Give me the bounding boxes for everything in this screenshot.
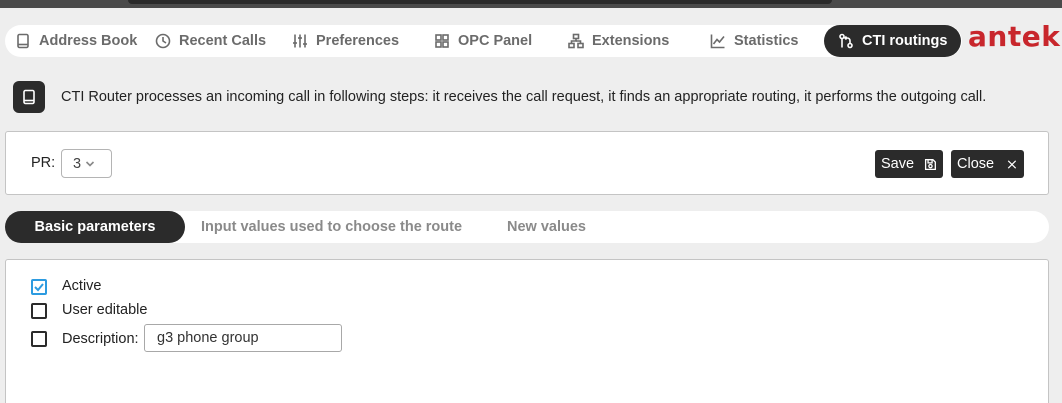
antek-logo: antek (968, 20, 1061, 53)
nav-item-label: Preferences (316, 33, 400, 49)
nav-item-recent-calls[interactable]: Recent Calls (155, 25, 266, 57)
description-input[interactable] (144, 324, 342, 352)
active-label: Active (62, 278, 102, 294)
chevron-down-icon (86, 160, 95, 167)
info-book-icon (13, 81, 45, 113)
tab-new-values[interactable]: New values (507, 211, 586, 243)
tab-input-values[interactable]: Input values used to choose the route (201, 211, 462, 243)
basic-parameters-panel: Active User editable Description: (5, 259, 1049, 403)
active-checkbox[interactable] (31, 279, 47, 295)
pr-value: 3 (73, 155, 82, 172)
tab-basic-parameters[interactable]: Basic parameters (5, 211, 185, 243)
info-description: CTI Router processes an incoming call in… (61, 89, 987, 105)
nav-item-cti-routings[interactable]: CTI routings (824, 25, 961, 57)
check-icon (34, 283, 44, 292)
top-scrollbar[interactable] (128, 0, 832, 4)
close-icon (1007, 159, 1017, 169)
routing-icon (839, 33, 853, 49)
book-icon (17, 33, 29, 49)
close-button[interactable]: Close (951, 150, 1024, 178)
nav-item-label: CTI routings (862, 33, 948, 49)
nav-item-label: Recent Calls (179, 33, 267, 49)
nav-item-opc-panel[interactable]: OPC Panel (434, 25, 532, 57)
nav-item-statistics[interactable]: Statistics (710, 25, 798, 57)
routing-header-panel: PR: 3 Save Close (5, 131, 1049, 195)
description-checkbox[interactable] (31, 331, 47, 347)
chart-icon (710, 34, 725, 49)
network-icon (568, 33, 584, 49)
routing-tabs: Basic parameters Input values used to ch… (5, 211, 1049, 243)
save-icon (925, 158, 937, 170)
grid-icon (435, 34, 449, 48)
nav-item-preferences[interactable]: Preferences (292, 25, 399, 57)
nav-item-label: Statistics (734, 33, 799, 49)
close-button-label: Close (957, 156, 995, 172)
main-nav: Address Book Recent Calls Preferences OP… (5, 25, 962, 57)
description-label: Description: (62, 331, 139, 347)
nav-item-label: OPC Panel (458, 33, 533, 49)
user-editable-checkbox[interactable] (31, 303, 47, 319)
nav-item-label: Address Book (39, 33, 138, 49)
book-icon (23, 89, 35, 105)
save-button[interactable]: Save (875, 150, 943, 178)
pr-select[interactable]: 3 (61, 149, 112, 178)
nav-item-extensions[interactable]: Extensions (568, 25, 669, 57)
user-editable-label: User editable (62, 302, 148, 318)
nav-item-address-book[interactable]: Address Book (15, 25, 137, 57)
nav-item-label: Extensions (592, 33, 670, 49)
clock-icon (155, 33, 171, 49)
save-button-label: Save (881, 156, 915, 172)
sliders-icon (293, 34, 307, 48)
browser-top-bar (0, 0, 1062, 8)
pr-label: PR: (31, 155, 56, 171)
